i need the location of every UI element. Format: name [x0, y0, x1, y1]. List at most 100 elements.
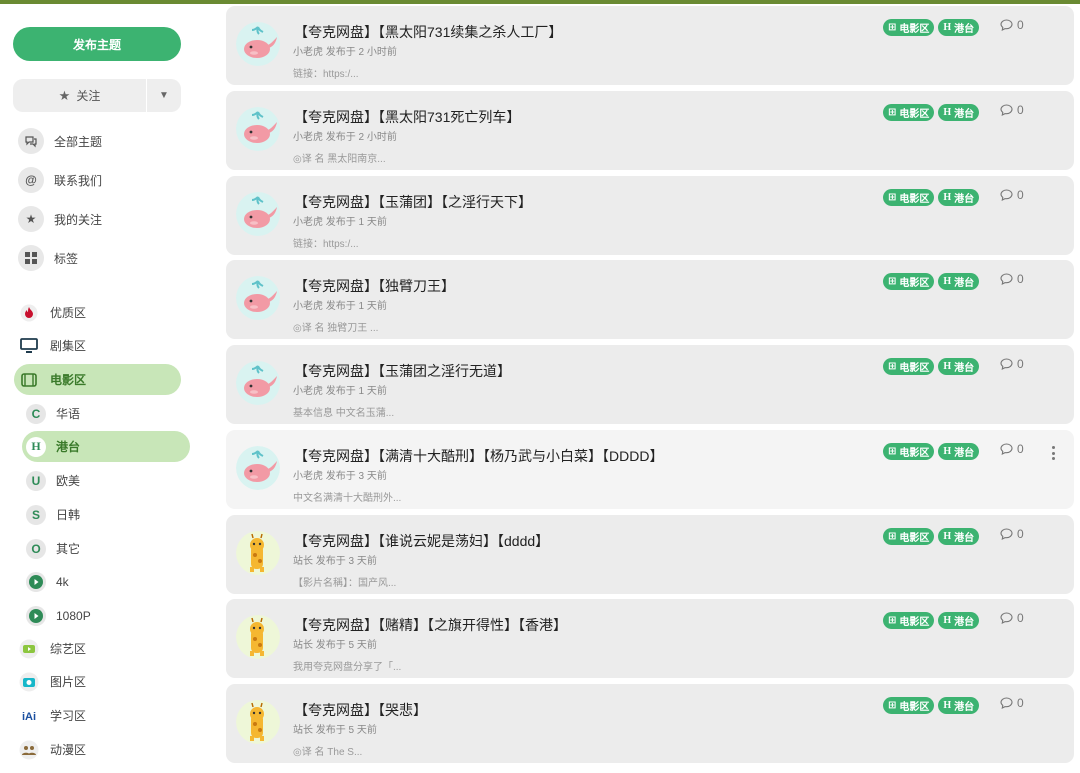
topic-card[interactable]: 【夸克网盘】【玉蒲团之淫行无道】 小老虎 发布于 1 天前 基本信息 中文名玉蒲..… [226, 345, 1074, 424]
avatar[interactable] [236, 531, 280, 575]
avatar[interactable] [236, 276, 280, 320]
category-variety[interactable]: 综艺区 [14, 633, 181, 664]
avatar[interactable] [236, 361, 280, 405]
topic-author[interactable]: 小老虎 [293, 132, 323, 143]
subcategory-hk-tw[interactable]: H 港台 [22, 431, 190, 462]
topic-excerpt: ◎译 名 独臂刀王 ... [293, 323, 379, 334]
topic-time: 发布于 1 天前 [325, 301, 387, 312]
tag-movie[interactable]: ⊞ 电影区 [883, 104, 935, 121]
category-movies[interactable]: 电影区 [14, 364, 181, 395]
avatar[interactable] [236, 107, 280, 151]
subcategory-other[interactable]: O 其它 [22, 533, 190, 564]
tag-hk-tw[interactable]: H 港台 [938, 697, 980, 714]
category-quality[interactable]: 优质区 [14, 297, 181, 328]
nav-all-topics[interactable]: 全部主题 [18, 127, 102, 155]
tag-hk-tw[interactable]: H 港台 [938, 189, 980, 206]
topic-title[interactable]: 【夸克网盘】【满清十大酷刑】【杨乃武与小白菜】【DDDD】 [294, 446, 663, 466]
avatar[interactable] [236, 22, 280, 66]
tag-label: 电影区 [899, 702, 930, 713]
subcategory-jp-kr[interactable]: S 日韩 [22, 499, 190, 530]
nav-following[interactable]: ★ 我的关注 [18, 205, 102, 233]
topic-author[interactable]: 站长 [293, 725, 313, 736]
topic-card[interactable]: 【夸克网盘】【谁说云妮是荡妇】【dddd】 站长 发布于 3 天前 【影片名稱】：国… [226, 515, 1074, 594]
tag-label: 电影区 [899, 109, 930, 120]
tag-movie[interactable]: ⊞ 电影区 [883, 358, 935, 375]
topic-card[interactable]: 【夸克网盘】【满清十大酷刑】【杨乃武与小白菜】【DDDD】 小老虎 发布于 3 天… [226, 430, 1074, 509]
reply-count: 0 [1000, 442, 1024, 456]
avatar[interactable] [236, 615, 280, 659]
tag-movie[interactable]: ⊞ 电影区 [883, 612, 935, 629]
topic-card[interactable]: 【夸克网盘】【黑太阳731续集之杀人工厂】 小老虎 发布于 2 小时前 链接：htt… [226, 6, 1074, 85]
topic-time: 发布于 3 天前 [315, 556, 377, 567]
tag-movie[interactable]: ⊞ 电影区 [883, 189, 935, 206]
nav-contact[interactable]: @ 联系我们 [18, 166, 102, 194]
category-anime[interactable]: 动漫区 [14, 734, 181, 765]
topic-card[interactable]: 【夸克网盘】【赌精】【之旗开得性】【香港】 站长 发布于 5 天前 我用夸克网盘分享… [226, 599, 1074, 678]
subcategory-1080p[interactable]: 1080P [22, 600, 190, 631]
nav-tags[interactable]: 标签 [18, 244, 78, 272]
chevron-down-icon[interactable]: ▼ [147, 79, 181, 112]
topic-card[interactable]: 【夸克网盘】【哭悲】 站长 发布于 5 天前 ◎译 名 The S... ⊞ 电影区 H 港… [226, 684, 1074, 763]
topic-card[interactable]: 【夸克网盘】【黑太阳731死亡列车】 小老虎 发布于 2 小时前 ◎译 名 黑太阳南… [226, 91, 1074, 170]
film-icon: ⊞ [888, 700, 897, 711]
subcategory-western[interactable]: U 欧美 [22, 465, 190, 496]
tag-movie[interactable]: ⊞ 电影区 [883, 697, 935, 714]
tag-label: 电影区 [899, 617, 930, 628]
subcategory-4k[interactable]: 4k [22, 566, 190, 597]
category-series[interactable]: 剧集区 [14, 330, 181, 361]
topic-author[interactable]: 小老虎 [293, 471, 323, 482]
topic-tags: ⊞ 电影区 H 港台 [883, 189, 980, 206]
topic-tags: ⊞ 电影区 H 港台 [883, 104, 980, 121]
topic-title[interactable]: 【夸克网盘】【黑太阳731死亡列车】 [294, 107, 520, 127]
comment-icon [1000, 189, 1013, 201]
subcategory-label: 4k [56, 574, 69, 589]
tag-label: 港台 [954, 617, 975, 628]
topic-title[interactable]: 【夸克网盘】【黑太阳731续集之杀人工厂】 [294, 22, 562, 42]
tag-movie[interactable]: ⊞ 电影区 [883, 273, 935, 290]
follow-label: 关注 [76, 89, 101, 103]
follow-button[interactable]: ★ 关注 [13, 79, 146, 112]
topic-title[interactable]: 【夸克网盘】【谁说云妮是荡妇】【dddd】 [294, 531, 549, 551]
tag-hk-tw[interactable]: H 港台 [938, 19, 980, 36]
tag-movie[interactable]: ⊞ 电影区 [883, 19, 935, 36]
reply-count-value: 0 [1017, 103, 1024, 117]
nav-label: 联系我们 [54, 173, 103, 188]
topic-author[interactable]: 小老虎 [293, 386, 323, 397]
new-topic-button[interactable]: 发布主题 [13, 27, 181, 61]
tag-hk-tw[interactable]: H 港台 [938, 104, 980, 121]
comment-icon [1000, 528, 1013, 540]
tag-hk-tw[interactable]: H 港台 [938, 443, 980, 460]
category-learning[interactable]: iAi 学习区 [14, 700, 181, 731]
tag-hk-tw[interactable]: H 港台 [938, 273, 980, 290]
topic-card[interactable]: 【夸克网盘】【独臂刀王】小老虎 发布于 1 天前 ◎译 名 独臂刀王 ... ⊞ 电影… [226, 260, 1074, 339]
topic-time: 发布于 1 天前 [325, 217, 387, 228]
tag-movie[interactable]: ⊞ 电影区 [883, 528, 935, 545]
tag-label: 电影区 [899, 363, 930, 374]
topic-title[interactable]: 【夸克网盘】【独臂刀王】 [294, 276, 455, 296]
tag-movie[interactable]: ⊞ 电影区 [883, 443, 935, 460]
topic-title[interactable]: 【夸克网盘】【玉蒲团之淫行无道】 [294, 361, 511, 381]
tag-hk-tw[interactable]: H 港台 [938, 612, 980, 629]
avatar[interactable] [236, 446, 280, 490]
follow-control: ★ 关注 ▼ [13, 79, 181, 112]
more-options-icon[interactable] [1044, 444, 1062, 462]
topic-title[interactable]: 【夸克网盘】【玉蒲团】【之淫行天下】 [294, 192, 532, 212]
subcategory-chinese[interactable]: C 华语 [22, 398, 190, 429]
topic-author[interactable]: 小老虎 [293, 301, 323, 312]
avatar[interactable] [236, 700, 280, 744]
topic-card[interactable]: 【夸克网盘】【玉蒲团】【之淫行天下】 小老虎 发布于 1 天前 链接：https:/… [226, 176, 1074, 255]
topic-author[interactable]: 站长 [293, 640, 313, 651]
flame-icon [18, 302, 40, 324]
avatar[interactable] [236, 192, 280, 236]
topic-title[interactable]: 【夸克网盘】【哭悲】 [294, 700, 427, 720]
tag-hk-tw[interactable]: H 港台 [938, 528, 980, 545]
topic-author[interactable]: 小老虎 [293, 47, 323, 58]
tag-hk-tw[interactable]: H 港台 [938, 358, 980, 375]
category-pictures[interactable]: 图片区 [14, 666, 181, 697]
topic-title[interactable]: 【夸克网盘】【赌精】【之旗开得性】【香港】 [294, 615, 567, 635]
h-letter-icon: H [943, 276, 952, 287]
topic-excerpt: 链接：https:/... [293, 69, 359, 80]
topic-author[interactable]: 小老虎 [293, 217, 323, 228]
reply-count-value: 0 [1017, 696, 1024, 710]
topic-author[interactable]: 站长 [293, 556, 313, 567]
